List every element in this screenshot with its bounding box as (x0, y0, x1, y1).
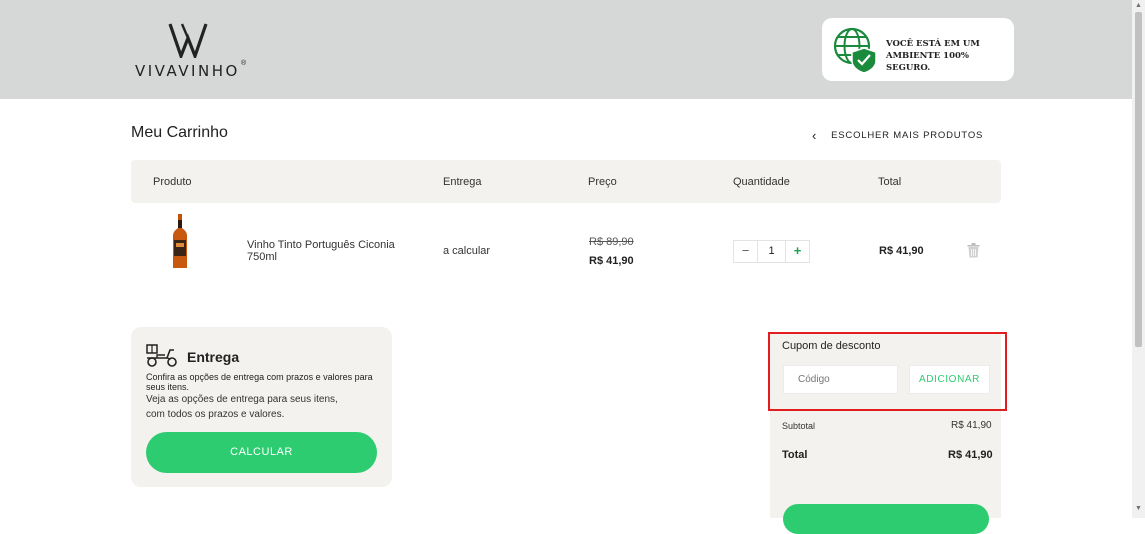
chevron-left-icon: ‹ (812, 127, 818, 143)
column-header-delivery: Entrega (443, 176, 482, 188)
shipping-card: Entrega Confira as opções de entrega com… (131, 327, 392, 487)
site-header: VIVAVINHO ® VOCÊ ESTÁ EM UM AMBIENTE 100… (0, 0, 1132, 99)
scrollbar-thumb[interactable] (1135, 12, 1142, 347)
scroll-up-arrow-icon[interactable]: ▲ (1135, 2, 1142, 9)
logo-registered-mark: ® (241, 60, 247, 67)
checkout-button[interactable] (783, 504, 989, 534)
calculate-shipping-button[interactable]: CALCULAR (146, 432, 377, 473)
wine-bottle-image[interactable] (170, 214, 190, 270)
secure-text: VOCÊ ESTÁ EM UM AMBIENTE 100% SEGURO. (886, 39, 980, 73)
quantity-stepper: − 1 + (733, 240, 810, 263)
column-header-price: Preço (588, 176, 617, 188)
decrease-quantity-button[interactable]: − (734, 241, 757, 262)
coupon-code-input[interactable] (783, 365, 898, 394)
shipping-title: Entrega (187, 349, 240, 365)
old-price: R$ 89,90 (589, 236, 634, 248)
coupon-label: Cupom de desconto (782, 340, 881, 352)
logo-text: VIVAVINHO (135, 62, 240, 80)
item-total: R$ 41,90 (879, 245, 924, 257)
current-price: R$ 41,90 (589, 255, 634, 267)
back-link-label: ESCOLHER MAIS PRODUTOS (831, 130, 984, 141)
shipping-info-line-2: com todos os prazos e valores. (146, 409, 285, 420)
secure-environment-badge: VOCÊ ESTÁ EM UM AMBIENTE 100% SEGURO. (822, 18, 1014, 81)
vivavinho-logo[interactable]: VIVAVINHO ® (135, 22, 247, 80)
choose-more-products-link[interactable]: ‹ ESCOLHER MAIS PRODUTOS (812, 127, 984, 143)
shipping-description: Confira as opções de entrega com prazos … (146, 372, 373, 392)
column-header-product: Produto (153, 176, 192, 188)
column-header-total: Total (878, 176, 902, 188)
page-scrollbar[interactable]: ▲ ▼ (1132, 0, 1145, 518)
shield-globe-icon (833, 27, 877, 74)
delivery-scooter-icon (146, 344, 177, 367)
delivery-status: a calcular (443, 245, 491, 257)
column-header-quantity: Quantidade (733, 176, 790, 188)
shipping-info-line-1: Veja as opções de entrega para seus iten… (146, 394, 338, 405)
add-coupon-button[interactable]: ADICIONAR (909, 365, 990, 394)
total-label: Total (782, 449, 808, 461)
total-value: R$ 41,90 (948, 449, 993, 461)
trash-icon[interactable] (967, 243, 980, 258)
product-name[interactable]: Vinho Tinto Português Ciconia 750ml (247, 239, 407, 263)
scroll-down-arrow-icon[interactable]: ▼ (1135, 505, 1142, 512)
quantity-value[interactable]: 1 (757, 241, 786, 262)
logo-mark-icon (168, 23, 208, 58)
subtotal-value: R$ 41,90 (951, 420, 992, 431)
page-title: Meu Carrinho (131, 124, 228, 141)
subtotal-label: Subtotal (782, 421, 816, 431)
cart-table-header: Produto Entrega Preço Quantidade Total (131, 160, 1001, 203)
increase-quantity-button[interactable]: + (786, 241, 809, 262)
